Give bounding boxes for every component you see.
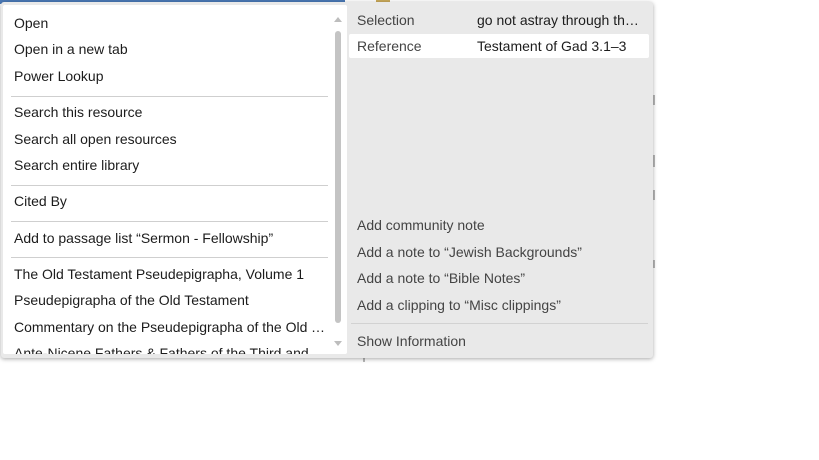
selection-row: Selection go not astray through the spir… bbox=[349, 8, 649, 32]
add-community-note-action[interactable]: Add community note bbox=[357, 214, 647, 236]
menu-item-power-lookup[interactable]: Power Lookup bbox=[14, 65, 326, 87]
menu-item-resource[interactable]: The Old Testament Pseudepigrapha, Volume… bbox=[14, 263, 326, 285]
menu-item-resource[interactable]: Pseudepigrapha of the Old Testament bbox=[14, 289, 326, 311]
background-divider bbox=[653, 260, 655, 268]
add-note-bible-notes-action[interactable]: Add a note to “Bible Notes” bbox=[357, 267, 647, 289]
show-information-action[interactable]: Show Information bbox=[357, 330, 647, 352]
menu-item-search-open-resources[interactable]: Search all open resources bbox=[14, 128, 326, 150]
menu-item-open[interactable]: Open bbox=[14, 12, 326, 34]
menu-item-resource[interactable]: Ante-Nicene Fathers & Fathers of the Thi… bbox=[14, 342, 326, 354]
menu-divider bbox=[11, 257, 328, 258]
menu-item-search-library[interactable]: Search entire library bbox=[14, 154, 326, 176]
background-divider bbox=[653, 155, 655, 167]
reference-label: Reference bbox=[357, 38, 422, 54]
scroll-down-arrow-icon[interactable] bbox=[334, 341, 342, 346]
menu-divider bbox=[11, 96, 328, 97]
background-divider bbox=[653, 95, 655, 105]
background-divider bbox=[653, 190, 655, 200]
reference-row[interactable]: Reference Testament of Gad 3.1–3 bbox=[349, 34, 649, 58]
panel-divider bbox=[351, 323, 648, 324]
screen: Open Open in a new tab Power Lookup Sear… bbox=[0, 0, 819, 460]
scroll-thumb[interactable] bbox=[335, 31, 341, 323]
menu-divider bbox=[11, 185, 328, 186]
reference-value: Testament of Gad 3.1–3 bbox=[477, 38, 627, 54]
menu-item-cited-by[interactable]: Cited By bbox=[14, 190, 326, 212]
add-note-jewish-backgrounds-action[interactable]: Add a note to “Jewish Backgrounds” bbox=[357, 241, 647, 263]
context-menu: Open Open in a new tab Power Lookup Sear… bbox=[3, 5, 347, 354]
context-popup: Open Open in a new tab Power Lookup Sear… bbox=[1, 2, 653, 358]
menu-item-add-to-passage-list[interactable]: Add to passage list “Sermon - Fellowship… bbox=[14, 227, 326, 249]
menu-item-resource[interactable]: Commentary on the Pseudepigrapha of the … bbox=[14, 316, 326, 338]
add-clipping-action[interactable]: Add a clipping to “Misc clippings” bbox=[357, 294, 647, 316]
scroll-up-arrow-icon[interactable] bbox=[334, 17, 342, 22]
menu-item-search-this-resource[interactable]: Search this resource bbox=[14, 101, 326, 123]
menu-scrollbar[interactable] bbox=[331, 5, 345, 354]
menu-item-open-new-tab[interactable]: Open in a new tab bbox=[14, 38, 326, 60]
menu-divider bbox=[11, 221, 328, 222]
selection-value: go not astray through the spirit of hatr… bbox=[477, 12, 639, 28]
selection-label: Selection bbox=[357, 12, 415, 28]
